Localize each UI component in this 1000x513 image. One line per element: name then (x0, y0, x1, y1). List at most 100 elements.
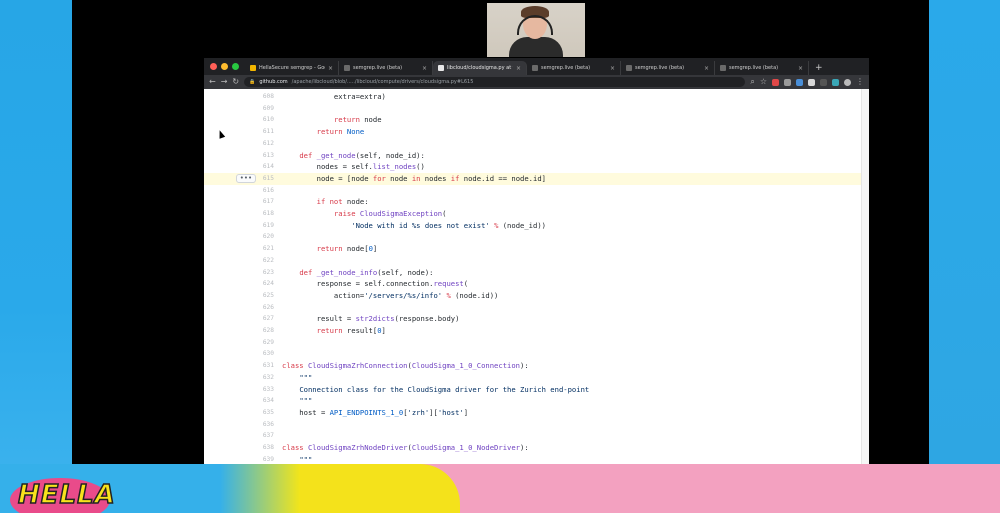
tab-close-icon[interactable]: × (516, 65, 521, 72)
extension-teal-icon[interactable] (832, 78, 839, 86)
code-text: if not node: (282, 196, 369, 208)
webcam-feed (487, 3, 585, 57)
code-token: return (333, 115, 360, 125)
line-number[interactable]: 629 (248, 337, 274, 349)
new-tab-button[interactable]: + (809, 61, 829, 75)
back-arrow-icon[interactable]: ← (209, 77, 216, 87)
line-number[interactable]: 614 (248, 161, 274, 173)
tab-close-icon[interactable]: × (610, 65, 615, 72)
browser-tab[interactable]: semgrep.live (beta) × (715, 61, 809, 75)
semgrep-icon (626, 65, 632, 71)
search-icon[interactable]: ⌕ (750, 77, 754, 87)
code-line: 610 return node (204, 114, 869, 126)
code-token: CloudSigmaZrhConnection (307, 361, 408, 371)
browser-tab[interactable]: semgrep.live (beta) × (339, 61, 433, 75)
tab-close-icon[interactable]: × (704, 65, 709, 72)
code-token: API_ENDPOINTS_1_0 (329, 407, 404, 417)
extension-red-icon[interactable] (772, 78, 779, 86)
code-text: Connection class for the CloudSigma driv… (282, 384, 589, 396)
line-number[interactable]: 637 (248, 430, 274, 442)
line-number[interactable]: 620 (248, 231, 274, 243)
url-domain: github.com (259, 79, 288, 85)
extension-white-icon[interactable] (808, 78, 815, 86)
tab-close-icon[interactable]: × (328, 65, 333, 72)
line-number[interactable]: 625 (248, 290, 274, 302)
line-number[interactable]: 608 (248, 91, 274, 103)
code-token: CloudSigma_1_0_NodeDriver (411, 443, 521, 452)
line-number[interactable]: 627 (248, 313, 274, 325)
address-bar[interactable]: 🔒 github.com /apache/libcloud/blob/.....… (244, 77, 746, 87)
line-number[interactable]: 613 (248, 150, 274, 162)
line-number[interactable]: 610 (248, 114, 274, 126)
star-icon[interactable]: ☆ (760, 77, 767, 87)
line-number[interactable]: 631 (248, 360, 274, 372)
code-line: 633 Connection class for the CloudSigma … (204, 384, 869, 396)
line-number[interactable]: 609 (248, 103, 274, 115)
line-number[interactable]: 636 (248, 419, 274, 431)
line-number[interactable]: 622 (248, 255, 274, 267)
line-number[interactable]: 639 (248, 454, 274, 464)
code-line: 623 def _get_node_info(self, node): (204, 267, 869, 279)
line-number[interactable]: 617 (248, 196, 274, 208)
extension-dark-icon[interactable] (820, 78, 827, 86)
line-number[interactable]: 623 (248, 267, 274, 279)
line-number[interactable]: 632 (248, 372, 274, 384)
code-token: '/servers/%s/info' (364, 290, 443, 300)
line-number[interactable]: 626 (248, 302, 274, 314)
code-token: def (299, 150, 313, 160)
code-token: str2dicts (355, 314, 395, 324)
line-number[interactable]: 633 (248, 384, 274, 396)
code-line: 626 (204, 302, 869, 314)
code-line: 624 response = self.connection.request( (204, 278, 869, 290)
code-line: 614 nodes = self.list_nodes() (204, 161, 869, 173)
extension-grey-icon[interactable] (784, 78, 791, 86)
code-token: () (416, 162, 425, 172)
code-text: response = self.connection.request( (282, 278, 468, 290)
line-number[interactable]: 621 (248, 243, 274, 255)
tab-label: libcloud/cloudsigma.py at tr (447, 65, 513, 71)
code-line: 615 node = [node for node in nodes if no… (204, 172, 869, 185)
tab-close-icon[interactable]: × (798, 65, 803, 72)
line-number[interactable]: 616 (248, 185, 274, 197)
browser-tab[interactable]: semgrep.live (beta) × (621, 61, 715, 75)
line-number[interactable]: 630 (248, 348, 274, 360)
code-token: node: (342, 197, 369, 207)
line-number[interactable]: 628 (248, 325, 274, 337)
scrollbar[interactable] (861, 89, 869, 464)
code-token: ][ (429, 407, 438, 417)
line-number[interactable]: 619 (248, 220, 274, 232)
line-number[interactable]: 635 (248, 407, 274, 419)
line-number[interactable]: 638 (248, 442, 274, 454)
line-number[interactable]: 612 (248, 138, 274, 150)
avatar[interactable] (844, 78, 851, 86)
line-number[interactable]: 618 (248, 208, 274, 220)
code-token: (node_id)) (498, 220, 546, 230)
tab-close-icon[interactable]: × (422, 65, 427, 72)
forward-arrow-icon[interactable]: → (221, 77, 228, 87)
code-token: node = [node (282, 173, 373, 183)
extension-blue-icon[interactable] (796, 78, 803, 86)
code-token: return (316, 326, 343, 335)
code-token: not (329, 197, 343, 207)
code-token: action= (282, 290, 365, 300)
minimize-window-button[interactable] (221, 63, 228, 70)
browser-tab[interactable]: semgrep.live (beta) × (527, 61, 621, 75)
browser-menu-icon[interactable]: ⋮ (856, 77, 864, 87)
line-number[interactable]: 624 (248, 278, 274, 290)
line-number[interactable]: 634 (248, 395, 274, 407)
code-token: nodes = self. (282, 162, 373, 172)
tab-label: HellaSecure semgrep - Google (259, 65, 325, 71)
url-path: /apache/libcloud/blob/...../libcloud/com… (291, 79, 474, 85)
code-token: Connection class for the CloudSigma driv… (299, 384, 590, 394)
maximize-window-button[interactable] (232, 63, 239, 70)
code-token: request (433, 279, 464, 289)
browser-tab[interactable]: libcloud/cloudsigma.py at tr × (433, 61, 527, 75)
browser-tab[interactable]: HellaSecure semgrep - Google× (245, 61, 339, 75)
line-options-button[interactable]: ••• (236, 174, 256, 184)
close-window-button[interactable] (210, 63, 217, 70)
line-number[interactable]: 611 (248, 126, 274, 138)
reload-icon[interactable]: ↻ (232, 77, 239, 87)
